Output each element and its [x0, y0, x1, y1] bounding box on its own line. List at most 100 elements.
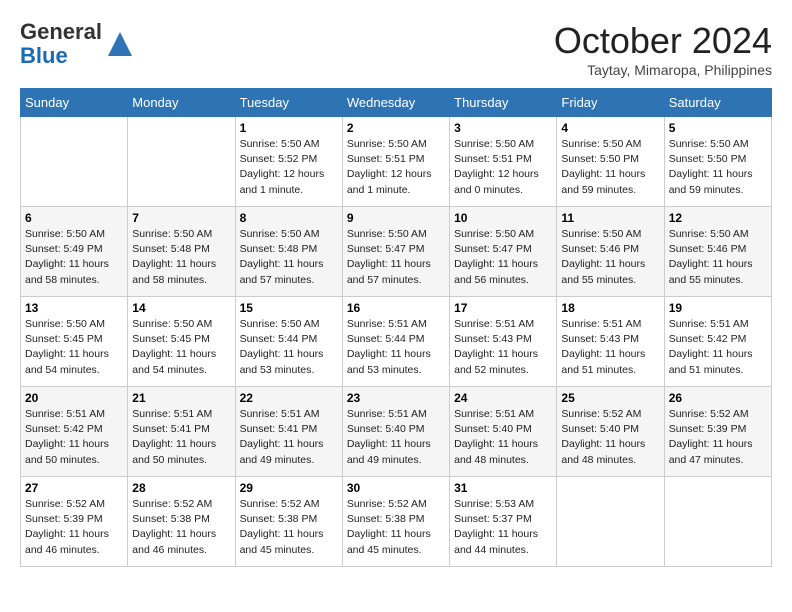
day-number: 9 — [347, 211, 445, 225]
title-block: October 2024 Taytay, Mimaropa, Philippin… — [554, 20, 772, 78]
weekday-header-row: SundayMondayTuesdayWednesdayThursdayFrid… — [21, 89, 772, 117]
day-info: Sunrise: 5:51 AM Sunset: 5:41 PM Dayligh… — [240, 407, 338, 468]
weekday-header-monday: Monday — [128, 89, 235, 117]
day-info: Sunrise: 5:51 AM Sunset: 5:42 PM Dayligh… — [25, 407, 123, 468]
day-number: 11 — [561, 211, 659, 225]
weekday-header-thursday: Thursday — [450, 89, 557, 117]
day-info: Sunrise: 5:50 AM Sunset: 5:45 PM Dayligh… — [132, 317, 230, 378]
day-info: Sunrise: 5:50 AM Sunset: 5:51 PM Dayligh… — [454, 137, 552, 198]
day-number: 28 — [132, 481, 230, 495]
day-number: 14 — [132, 301, 230, 315]
day-info: Sunrise: 5:50 AM Sunset: 5:50 PM Dayligh… — [669, 137, 767, 198]
calendar-cell — [128, 117, 235, 207]
weekday-header-tuesday: Tuesday — [235, 89, 342, 117]
day-info: Sunrise: 5:50 AM Sunset: 5:49 PM Dayligh… — [25, 227, 123, 288]
day-info: Sunrise: 5:50 AM Sunset: 5:46 PM Dayligh… — [669, 227, 767, 288]
calendar-cell: 29 Sunrise: 5:52 AM Sunset: 5:38 PM Dayli… — [235, 477, 342, 567]
calendar-cell: 20 Sunrise: 5:51 AM Sunset: 5:42 PM Dayli… — [21, 387, 128, 477]
day-info: Sunrise: 5:52 AM Sunset: 5:40 PM Dayligh… — [561, 407, 659, 468]
calendar-cell: 3 Sunrise: 5:50 AM Sunset: 5:51 PM Daylig… — [450, 117, 557, 207]
day-number: 2 — [347, 121, 445, 135]
day-info: Sunrise: 5:51 AM Sunset: 5:43 PM Dayligh… — [454, 317, 552, 378]
day-info: Sunrise: 5:50 AM Sunset: 5:50 PM Dayligh… — [561, 137, 659, 198]
weekday-header-saturday: Saturday — [664, 89, 771, 117]
weekday-header-wednesday: Wednesday — [342, 89, 449, 117]
calendar-cell — [664, 477, 771, 567]
day-number: 25 — [561, 391, 659, 405]
day-info: Sunrise: 5:51 AM Sunset: 5:42 PM Dayligh… — [669, 317, 767, 378]
day-number: 4 — [561, 121, 659, 135]
day-number: 12 — [669, 211, 767, 225]
calendar-cell: 23 Sunrise: 5:51 AM Sunset: 5:40 PM Dayli… — [342, 387, 449, 477]
day-info: Sunrise: 5:50 AM Sunset: 5:47 PM Dayligh… — [454, 227, 552, 288]
day-number: 15 — [240, 301, 338, 315]
logo-general: General — [20, 19, 102, 44]
day-number: 10 — [454, 211, 552, 225]
day-info: Sunrise: 5:53 AM Sunset: 5:37 PM Dayligh… — [454, 497, 552, 558]
calendar-week-row: 27 Sunrise: 5:52 AM Sunset: 5:39 PM Dayli… — [21, 477, 772, 567]
day-number: 29 — [240, 481, 338, 495]
day-number: 18 — [561, 301, 659, 315]
day-number: 8 — [240, 211, 338, 225]
day-info: Sunrise: 5:51 AM Sunset: 5:40 PM Dayligh… — [454, 407, 552, 468]
day-number: 19 — [669, 301, 767, 315]
day-info: Sunrise: 5:51 AM Sunset: 5:43 PM Dayligh… — [561, 317, 659, 378]
day-number: 7 — [132, 211, 230, 225]
calendar-cell: 24Sunrise: 5:51 AM Sunset: 5:40 PM Dayli… — [450, 387, 557, 477]
calendar-cell: 17Sunrise: 5:51 AM Sunset: 5:43 PM Dayli… — [450, 297, 557, 387]
calendar-cell: 18 Sunrise: 5:51 AM Sunset: 5:43 PM Dayli… — [557, 297, 664, 387]
calendar-cell: 31 Sunrise: 5:53 AM Sunset: 5:37 PM Dayli… — [450, 477, 557, 567]
weekday-header-sunday: Sunday — [21, 89, 128, 117]
calendar-week-row: 13Sunrise: 5:50 AM Sunset: 5:45 PM Dayli… — [21, 297, 772, 387]
day-info: Sunrise: 5:50 AM Sunset: 5:45 PM Dayligh… — [25, 317, 123, 378]
day-info: Sunrise: 5:50 AM Sunset: 5:46 PM Dayligh… — [561, 227, 659, 288]
calendar-cell: 11 Sunrise: 5:50 AM Sunset: 5:46 PM Dayli… — [557, 207, 664, 297]
day-info: Sunrise: 5:52 AM Sunset: 5:38 PM Dayligh… — [240, 497, 338, 558]
day-info: Sunrise: 5:51 AM Sunset: 5:40 PM Dayligh… — [347, 407, 445, 468]
calendar-cell: 16Sunrise: 5:51 AM Sunset: 5:44 PM Dayli… — [342, 297, 449, 387]
calendar-table: SundayMondayTuesdayWednesdayThursdayFrid… — [20, 88, 772, 567]
day-number: 23 — [347, 391, 445, 405]
day-info: Sunrise: 5:52 AM Sunset: 5:39 PM Dayligh… — [669, 407, 767, 468]
day-number: 1 — [240, 121, 338, 135]
calendar-cell: 28 Sunrise: 5:52 AM Sunset: 5:38 PM Dayli… — [128, 477, 235, 567]
calendar-week-row: 6 Sunrise: 5:50 AM Sunset: 5:49 PM Daylig… — [21, 207, 772, 297]
calendar-cell: 22 Sunrise: 5:51 AM Sunset: 5:41 PM Dayli… — [235, 387, 342, 477]
day-info: Sunrise: 5:50 AM Sunset: 5:51 PM Dayligh… — [347, 137, 445, 198]
calendar-cell: 13Sunrise: 5:50 AM Sunset: 5:45 PM Dayli… — [21, 297, 128, 387]
day-number: 20 — [25, 391, 123, 405]
calendar-cell: 7 Sunrise: 5:50 AM Sunset: 5:48 PM Daylig… — [128, 207, 235, 297]
day-number: 22 — [240, 391, 338, 405]
calendar-cell: 19 Sunrise: 5:51 AM Sunset: 5:42 PM Dayli… — [664, 297, 771, 387]
calendar-cell — [557, 477, 664, 567]
calendar-cell: 9 Sunrise: 5:50 AM Sunset: 5:47 PM Daylig… — [342, 207, 449, 297]
day-number: 30 — [347, 481, 445, 495]
calendar-cell: 6 Sunrise: 5:50 AM Sunset: 5:49 PM Daylig… — [21, 207, 128, 297]
day-info: Sunrise: 5:50 AM Sunset: 5:52 PM Dayligh… — [240, 137, 338, 198]
day-info: Sunrise: 5:52 AM Sunset: 5:39 PM Dayligh… — [25, 497, 123, 558]
calendar-week-row: 1 Sunrise: 5:50 AM Sunset: 5:52 PM Daylig… — [21, 117, 772, 207]
day-number: 21 — [132, 391, 230, 405]
calendar-cell: 8 Sunrise: 5:50 AM Sunset: 5:48 PM Daylig… — [235, 207, 342, 297]
day-info: Sunrise: 5:52 AM Sunset: 5:38 PM Dayligh… — [132, 497, 230, 558]
day-info: Sunrise: 5:50 AM Sunset: 5:47 PM Dayligh… — [347, 227, 445, 288]
day-number: 6 — [25, 211, 123, 225]
calendar-cell: 27 Sunrise: 5:52 AM Sunset: 5:39 PM Dayli… — [21, 477, 128, 567]
day-info: Sunrise: 5:51 AM Sunset: 5:44 PM Dayligh… — [347, 317, 445, 378]
day-number: 27 — [25, 481, 123, 495]
calendar-cell — [21, 117, 128, 207]
calendar-cell: 14 Sunrise: 5:50 AM Sunset: 5:45 PM Dayli… — [128, 297, 235, 387]
logo-icon — [106, 30, 134, 58]
day-number: 31 — [454, 481, 552, 495]
calendar-cell: 30Sunrise: 5:52 AM Sunset: 5:38 PM Dayli… — [342, 477, 449, 567]
calendar-cell: 2 Sunrise: 5:50 AM Sunset: 5:51 PM Daylig… — [342, 117, 449, 207]
day-info: Sunrise: 5:50 AM Sunset: 5:48 PM Dayligh… — [132, 227, 230, 288]
day-number: 5 — [669, 121, 767, 135]
calendar-cell: 25 Sunrise: 5:52 AM Sunset: 5:40 PM Dayli… — [557, 387, 664, 477]
day-info: Sunrise: 5:50 AM Sunset: 5:48 PM Dayligh… — [240, 227, 338, 288]
month-title: October 2024 — [554, 20, 772, 62]
calendar-cell: 5 Sunrise: 5:50 AM Sunset: 5:50 PM Daylig… — [664, 117, 771, 207]
calendar-cell: 12 Sunrise: 5:50 AM Sunset: 5:46 PM Dayli… — [664, 207, 771, 297]
day-number: 3 — [454, 121, 552, 135]
calendar-cell: 26Sunrise: 5:52 AM Sunset: 5:39 PM Dayli… — [664, 387, 771, 477]
